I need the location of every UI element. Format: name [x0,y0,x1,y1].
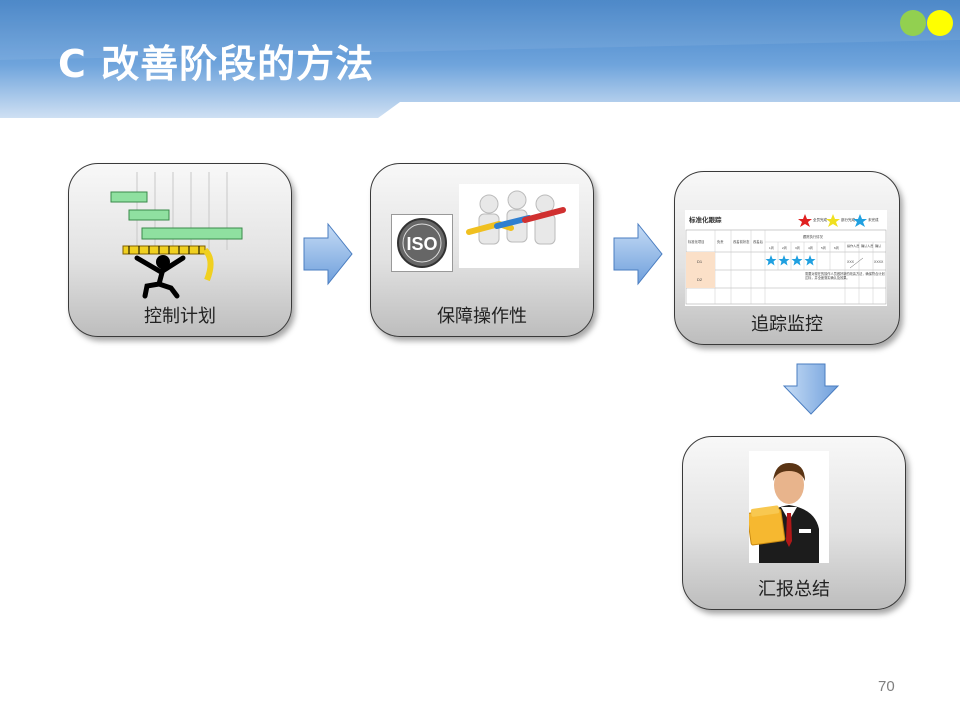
right-arrow-icon [303,222,353,286]
tracking-subheader: 确认人员 [861,243,873,248]
tracking-subheader: 3周 [795,245,800,250]
step-label: 汇报总结 [758,579,830,600]
tracking-subheader: 1周 [769,245,774,250]
tracking-header: 改善后 [753,239,764,244]
tracking-row-label: D2 [697,277,703,282]
tracking-header: 负责 [717,239,724,244]
header-band: C 改善阶段的方法 [0,0,960,118]
iso-text: ISO [406,234,437,254]
tracking-header: 改善前状态 [733,239,750,244]
tracking-table-title: 标准化跟踪 [688,215,722,224]
green-dot-icon [900,10,926,36]
tracking-note: 需要对现在的操作人员做好新的改善方法，确保符合计划达标，并全面落实确认及效果。 [805,272,885,280]
tracking-mark: XXX [847,260,855,264]
tracking-mark: XXXX [874,260,884,264]
page-number: 70 [878,678,895,695]
iso-logo-icon: ISO [391,214,453,272]
right-arrow-icon [613,222,663,286]
legend-partial: 部分完成 [841,217,855,222]
businessman-folder-icon [746,451,829,563]
teamwork-figures-icon [459,184,579,268]
legend-full: 全员完成 [813,217,827,222]
step-card-control-plan[interactable]: 控制计划 [68,163,292,337]
step-label: 追踪监控 [751,314,823,335]
tracking-subheader: 5周 [821,245,826,250]
step-label: 保障操作性 [437,306,527,327]
yellow-dot-icon [927,10,953,36]
tracking-subheader: 4周 [808,245,813,250]
step-card-tracking[interactable]: 标准化跟踪 全员完成 部分完成 未完成 标准化项目 负责 改善前状态 改善后 跟… [674,171,900,345]
tracking-row-label: D1 [697,259,703,264]
tracking-subheader: 6周 [834,245,839,250]
step-label: 控制计划 [144,306,216,327]
tracking-header: 标准化项目 [688,239,704,244]
legend-none: 未完成 [868,217,879,222]
tracking-table-icon: 标准化跟踪 全员完成 部分完成 未完成 标准化项目 负责 改善前状态 改善后 跟… [685,210,887,306]
step-card-report[interactable]: 汇报总结 [682,436,906,610]
down-arrow-icon [782,363,840,415]
tracking-subheader: 操作人员 [847,243,859,248]
gantt-progress-icon [110,172,243,299]
step-card-operability[interactable]: ISO 保障操作性 [370,163,594,337]
page-title: C 改善阶段的方法 [58,42,375,86]
tracking-subheader: 2周 [782,245,787,250]
tracking-subheader: 确认 [875,243,881,248]
tracking-header: 跟踪执行情况 [803,234,823,239]
